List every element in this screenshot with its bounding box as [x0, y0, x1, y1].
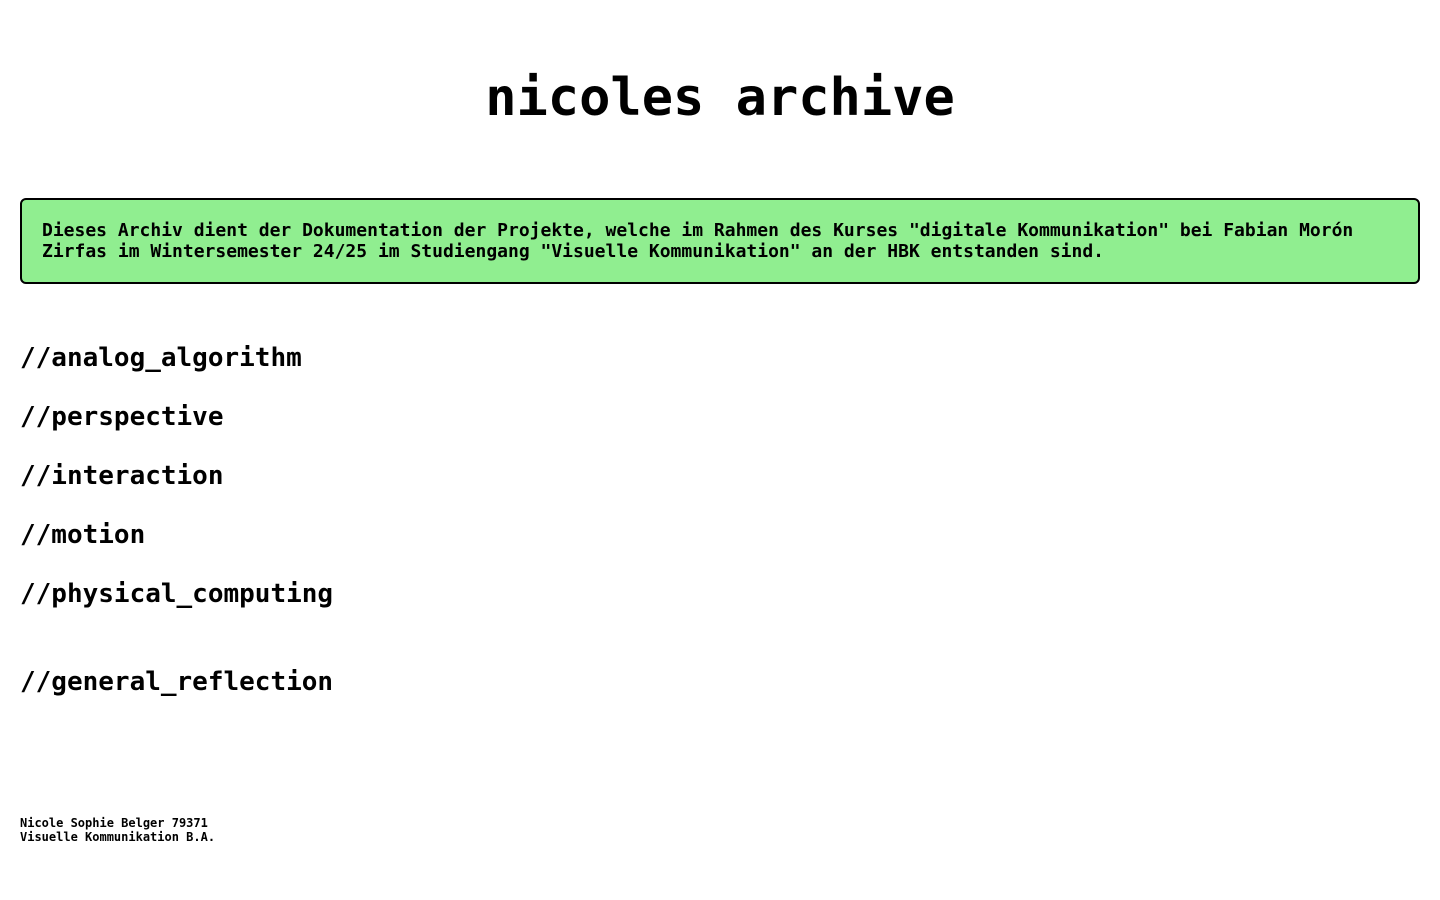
nav-link-general-reflection[interactable]: //general_reflection: [20, 667, 333, 697]
nav-link-motion[interactable]: //motion: [20, 520, 145, 550]
nav-link-physical-computing[interactable]: //physical_computing: [20, 579, 333, 609]
intro-text-line-1: Dieses Archiv dient der Dokumentation de…: [42, 220, 1354, 241]
page-title: nicoles archive: [485, 68, 955, 128]
nav-link-analog-algorithm[interactable]: //analog_algorithm: [20, 343, 302, 373]
intro-box: Dieses Archiv dient der Dokumentation de…: [20, 198, 1420, 284]
footer-program: Visuelle Kommunikation B.A.: [20, 830, 216, 844]
nav-link-perspective[interactable]: //perspective: [20, 402, 224, 432]
footer: Nicole Sophie Belger 79371 Visuelle Komm…: [20, 816, 215, 844]
intro-text-line-2: Zirfas im Wintersemester 24/25 im Studie…: [42, 241, 1105, 262]
nav-link-interaction[interactable]: //interaction: [20, 461, 224, 491]
footer-name: Nicole Sophie Belger 79371: [20, 816, 208, 830]
